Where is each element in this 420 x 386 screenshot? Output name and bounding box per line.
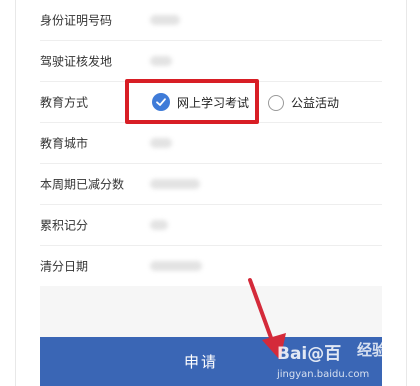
watermark: Bai@百 经验 jingyan.baidu.com (275, 335, 420, 386)
watermark-url: jingyan.baidu.com (277, 369, 370, 380)
application-form-page: 身份证明号码 驾驶证核发地 教育方式 网上学习考试 公益活动 教育城市 本周期已… (0, 0, 420, 386)
annotation-arrow-icon (248, 278, 286, 360)
watermark-logo: Bai@百 (277, 344, 342, 364)
watermark-brand: 经验 (357, 341, 388, 359)
